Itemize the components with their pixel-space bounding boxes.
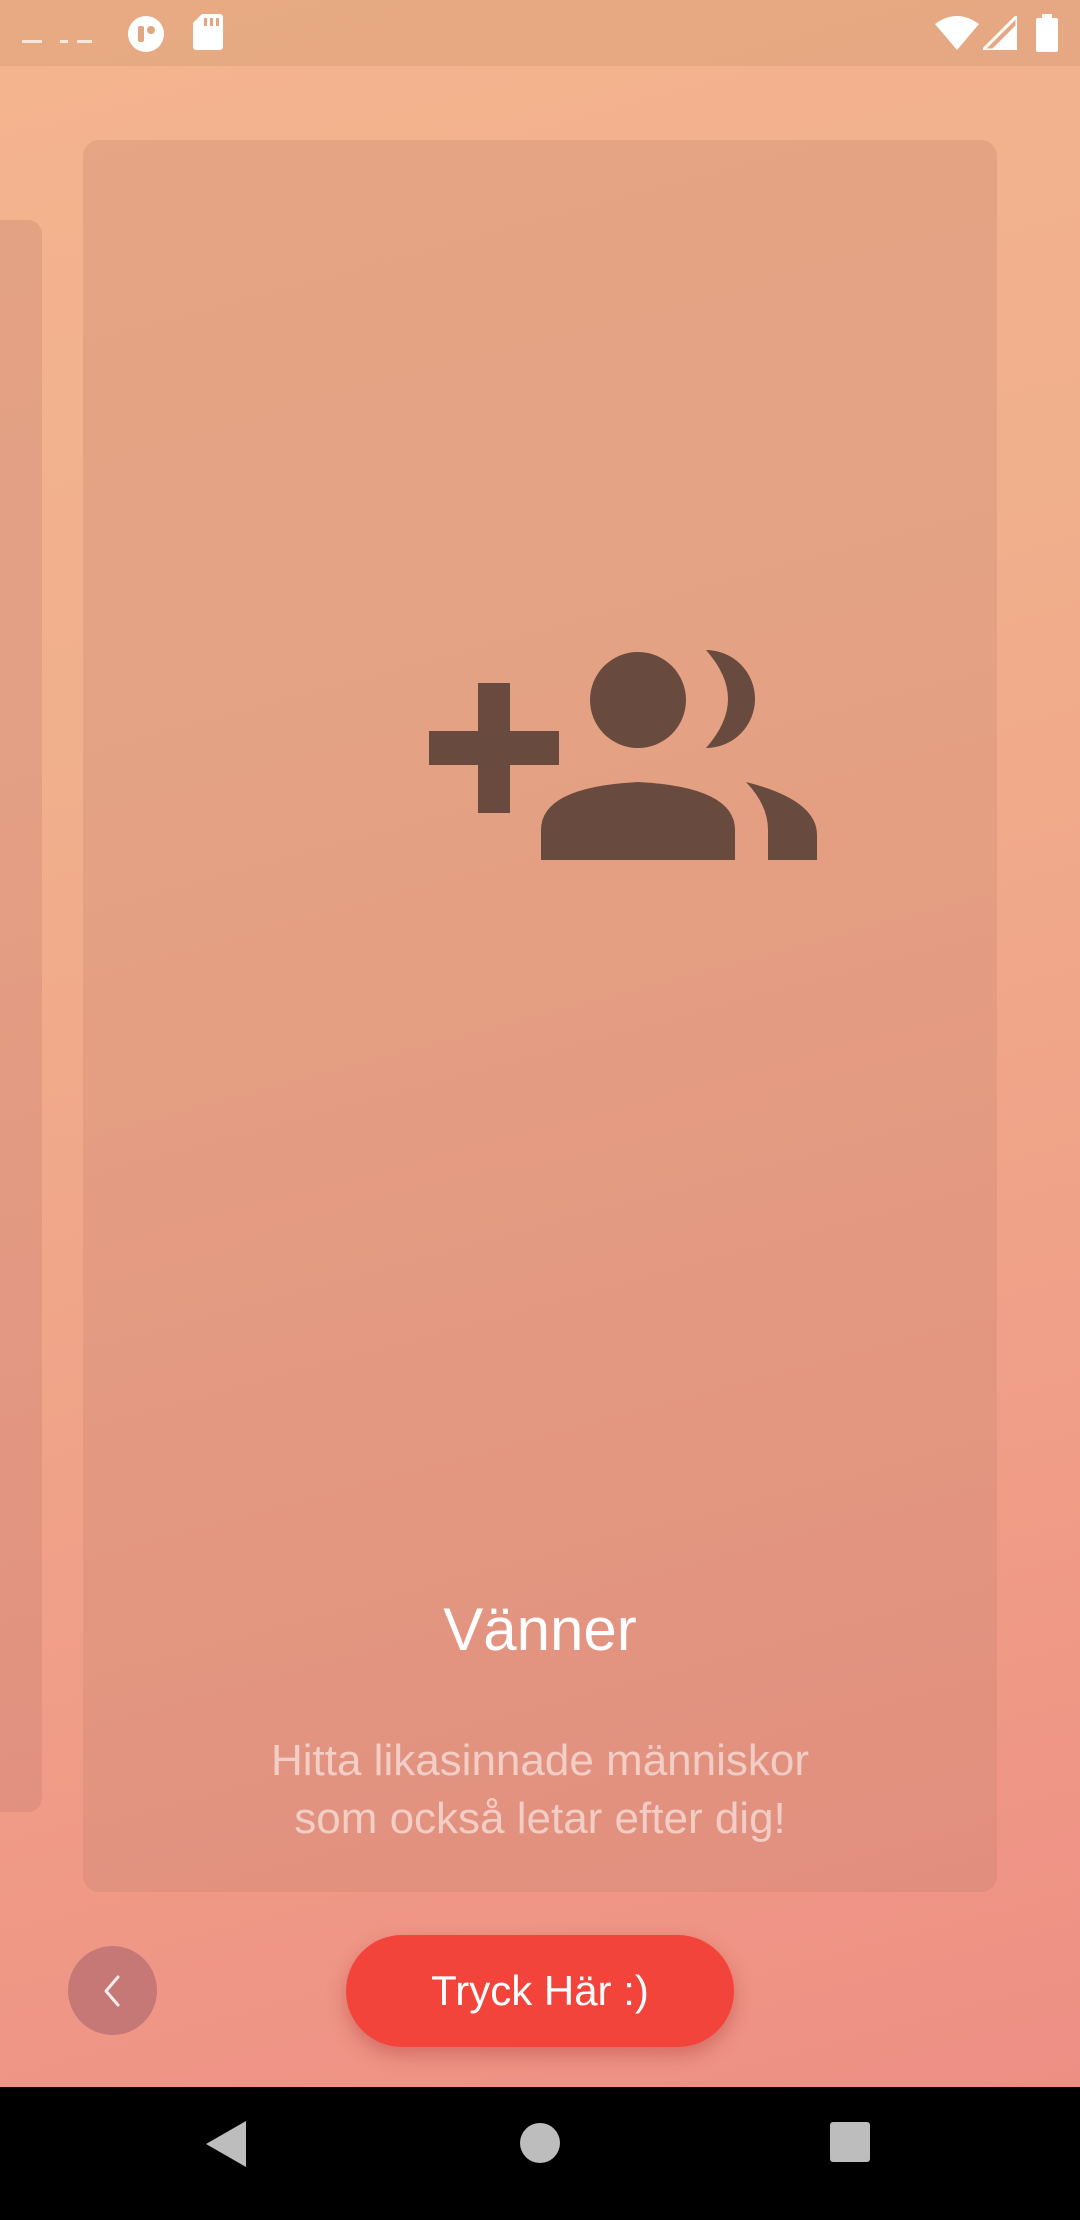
card-description: Hitta likasinnade människor som också le… <box>213 1732 867 1848</box>
cell-signal-icon <box>983 16 1017 50</box>
battery-icon <box>1036 14 1058 52</box>
sd-card-icon <box>193 14 223 50</box>
nav-back-icon[interactable] <box>204 2119 248 2169</box>
app-notification-icon <box>128 16 164 52</box>
system-nav-bar <box>0 2087 1080 2220</box>
nav-recents-icon[interactable] <box>829 2121 871 2163</box>
onboarding-screen: Vänner Hitta likasinnade människor som o… <box>0 0 1080 2220</box>
back-button[interactable] <box>68 1946 157 2035</box>
chevron-left-icon <box>104 1975 119 2006</box>
wifi-icon <box>935 16 979 50</box>
card-title: Vänner <box>443 1596 637 1663</box>
tap-here-button[interactable]: Tryck Här :) <box>346 1935 734 2047</box>
group-add-icon <box>429 650 817 860</box>
status-notification-dots-icon <box>22 40 92 43</box>
status-bar <box>0 0 1080 66</box>
card-description-line-2: som också letar efter dig! <box>294 1794 786 1843</box>
nav-home-icon[interactable] <box>518 2121 562 2165</box>
onboarding-card: Vänner Hitta likasinnade människor som o… <box>83 140 997 1892</box>
previous-card[interactable] <box>0 220 42 1812</box>
card-description-line-1: Hitta likasinnade människor <box>270 1736 810 1785</box>
